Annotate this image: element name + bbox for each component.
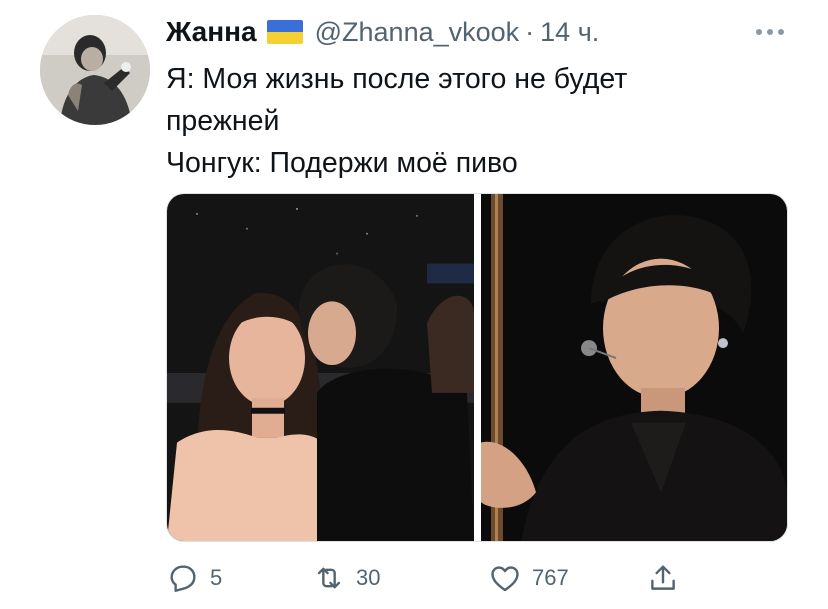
tweet-text: Я: Моя жизнь после этого не будет прежне… [166,58,786,184]
like-count: 767 [532,565,569,590]
photo-divider [474,194,481,541]
retweet-button[interactable]: 30 [312,558,380,598]
tweet-media [166,193,788,542]
tweet-text-line: Я: Моя жизнь после этого не будет [166,63,628,95]
retweet-count: 30 [356,565,381,590]
tweet-header: Жанна @Zhanna_vkook · 14 ч. [166,12,599,52]
like-button[interactable]: 767 [488,558,569,598]
avatar[interactable] [40,15,150,125]
reply-button[interactable]: 5 [166,558,222,598]
photo-2[interactable] [481,194,787,541]
share-icon [651,565,675,590]
more-dots-icon[interactable] [752,20,788,44]
share-button[interactable] [646,558,680,598]
reply-icon [170,565,196,592]
tweet-time[interactable]: 14 ч. [540,17,599,48]
reply-count: 5 [210,565,223,590]
tweet-actions: 5 30 767 [166,558,706,598]
heart-icon [491,566,519,592]
photo-2-image [481,194,787,541]
photo-1-image [167,194,474,541]
ukraine-flag-icon [266,20,303,44]
tweet-text-line: прежней [166,105,280,137]
avatar-image [40,15,150,125]
retweet-icon [317,567,341,589]
author-name[interactable]: Жанна [166,16,257,48]
separator-dot: · [525,16,535,47]
author-handle[interactable]: @Zhanna_vkook [315,17,520,48]
photo-1[interactable] [167,194,474,541]
tweet-text-line: Чонгук: Подержи моё пиво [166,147,518,179]
